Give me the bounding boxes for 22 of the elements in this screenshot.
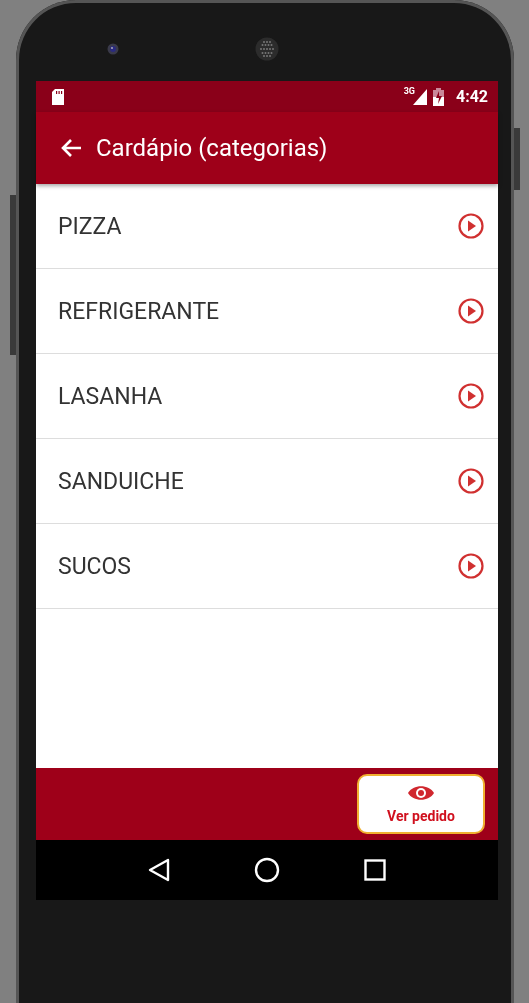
category-item[interactable]: REFRIGERANTE xyxy=(36,269,498,354)
clock-time: 4:42 xyxy=(455,87,488,106)
network-label: 3G xyxy=(403,86,415,96)
eye-icon xyxy=(407,784,435,802)
sd-card-icon xyxy=(52,88,64,105)
speaker-icon xyxy=(255,37,279,61)
home-circle-icon[interactable] xyxy=(254,857,280,883)
category-item[interactable]: SANDUICHE xyxy=(36,439,498,524)
play-circle-icon xyxy=(458,298,484,324)
category-item[interactable]: SUCOS xyxy=(36,524,498,609)
back-triangle-icon[interactable] xyxy=(148,858,170,882)
recents-square-icon[interactable] xyxy=(364,859,386,881)
camera-icon xyxy=(107,43,119,55)
play-circle-icon xyxy=(458,213,484,239)
view-order-button[interactable]: Ver pedido xyxy=(357,774,485,834)
play-circle-icon xyxy=(458,383,484,409)
category-item[interactable]: LASANHA xyxy=(36,354,498,439)
battery-icon xyxy=(432,87,444,106)
play-circle-icon xyxy=(458,553,484,579)
screen-title: Cardápio (categorias) xyxy=(96,134,328,162)
category-item[interactable]: PIZZA xyxy=(36,184,498,269)
play-circle-icon xyxy=(458,468,484,494)
